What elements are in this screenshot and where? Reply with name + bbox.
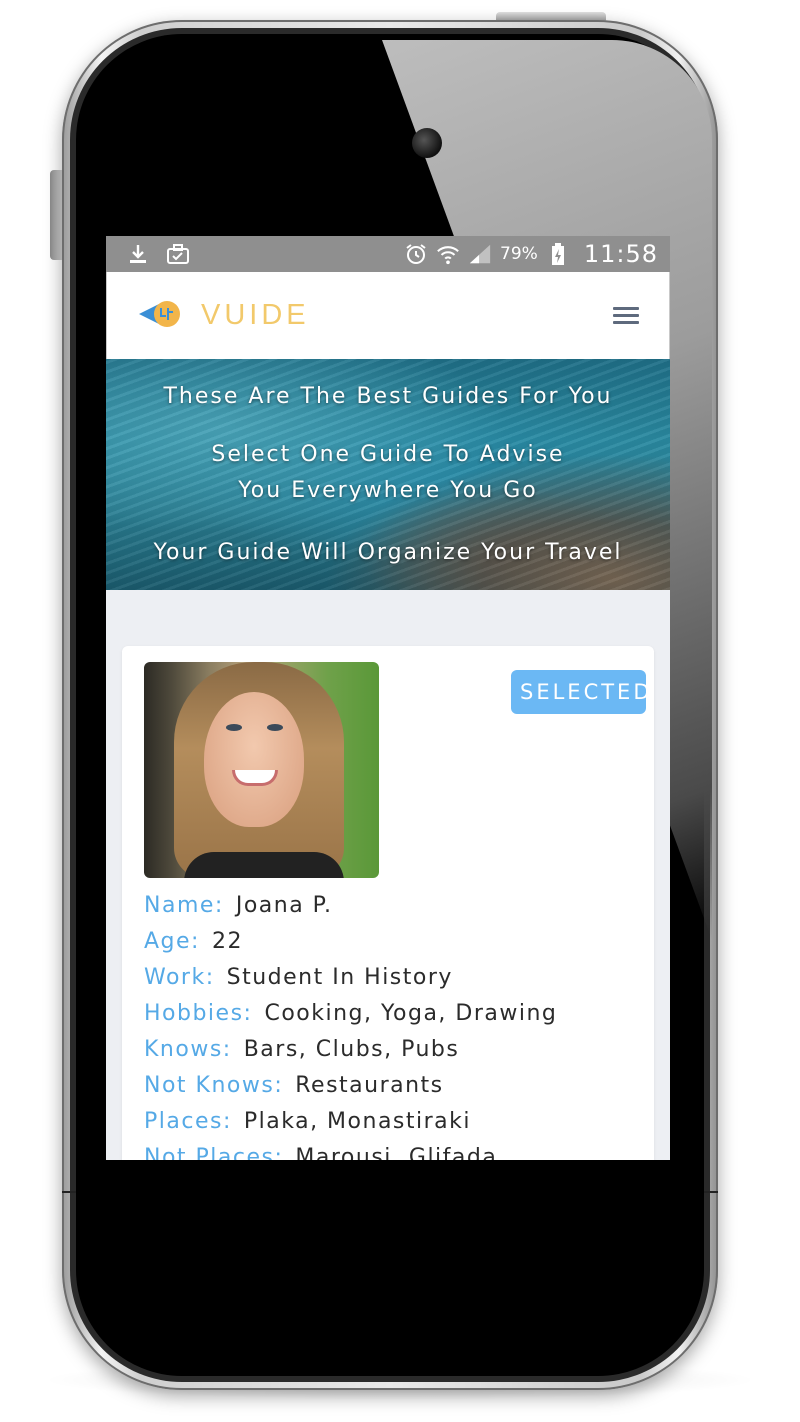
info-value: Cooking, Yoga, Drawing [264,1001,558,1026]
info-row-age: Age: 22 [144,924,632,960]
battery-percentage: 79% [500,244,538,264]
hero-banner: These Are The Best Guides For You Select… [106,359,670,590]
vuide-logo-icon [137,298,185,334]
front-camera [412,128,442,158]
phone-screen: 79% 11:58 VUIDE These Are The Best Guide… [106,236,670,1160]
info-value: Student In History [226,965,453,990]
signal-icon [468,242,492,266]
info-row-places: Places: Plaka, Monastiraki [144,1104,632,1140]
info-label: Knows: [144,1037,232,1062]
info-value: Marousi, Glifada [295,1145,498,1160]
info-row-hobbies: Hobbies: Cooking, Yoga, Drawing [144,996,632,1032]
guide-info: Name: Joana P. Age: 22 Work: Student In His… [144,888,632,1160]
bezel-seam-right [704,1191,718,1193]
status-clock: 11:58 [583,240,658,268]
download-icon [126,242,150,266]
info-row-knows: Knows: Bars, Clubs, Pubs [144,1032,632,1068]
info-label: Not Knows: [144,1073,284,1098]
info-value: Bars, Clubs, Pubs [243,1037,460,1062]
wifi-icon [436,242,460,266]
info-label: Not Places: [144,1145,284,1160]
guide-card: SELECTED Name: Joana P. Age: 22 Work: Stude… [122,646,654,1160]
info-label: Age: [144,929,200,954]
hero-tagline: Your Guide Will Organize Your Travel [153,539,623,565]
info-row-name: Name: Joana P. [144,888,632,924]
status-left-icons [126,242,190,266]
briefcase-check-icon [166,242,190,266]
info-value: 22 [211,929,243,954]
guide-avatar [144,662,379,878]
hamburger-menu-icon[interactable] [613,307,639,324]
battery-charging-icon [546,242,570,266]
hero-subtitle: Select One Guide To Advise You Everywher… [211,441,565,503]
info-row-not-places: Not Places: Marousi, Glifada [144,1140,632,1160]
app-header: VUIDE [106,272,670,359]
bezel-seam-left [62,1191,76,1193]
info-value: Plaka, Monastiraki [243,1109,472,1134]
info-row-not-knows: Not Knows: Restaurants [144,1068,632,1104]
info-label: Name: [144,893,224,918]
brand[interactable]: VUIDE [137,298,310,334]
status-right-icons: 79% 11:58 [404,240,658,268]
alarm-icon [404,242,428,266]
content-area: SELECTED Name: Joana P. Age: 22 Work: Stude… [106,590,670,1160]
info-label: Places: [144,1109,232,1134]
brand-name: VUIDE [201,299,310,331]
info-row-work: Work: Student In History [144,960,632,996]
info-value: Joana P. [235,893,333,918]
status-bar: 79% 11:58 [106,236,670,272]
select-guide-button[interactable]: SELECTED [511,670,646,714]
hero-title: These Are The Best Guides For You [163,383,613,409]
info-label: Hobbies: [144,1001,253,1026]
info-label: Work: [144,965,215,990]
info-value: Restaurants [295,1073,444,1098]
